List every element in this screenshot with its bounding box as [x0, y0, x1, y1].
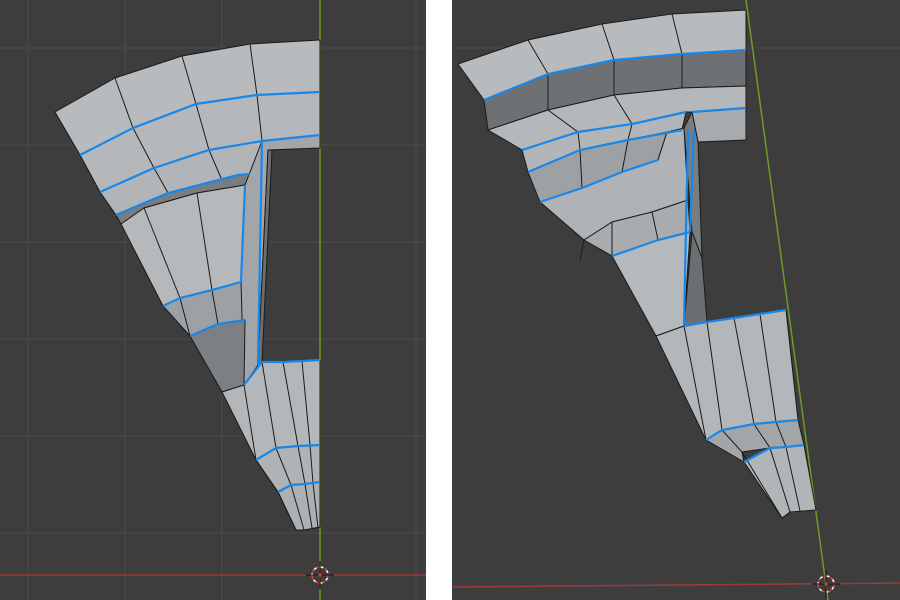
- mesh-object[interactable]: [457, 9, 817, 519]
- 3d-cursor-icon[interactable]: [812, 570, 840, 598]
- viewport-right[interactable]: [452, 0, 900, 600]
- 3d-cursor-icon[interactable]: [306, 561, 334, 589]
- viewport-left[interactable]: [0, 0, 426, 600]
- viewport-left-canvas[interactable]: [0, 0, 426, 600]
- mesh-object[interactable]: [54, 39, 321, 531]
- viewport-divider: [426, 0, 452, 600]
- viewport-right-canvas[interactable]: [452, 0, 900, 600]
